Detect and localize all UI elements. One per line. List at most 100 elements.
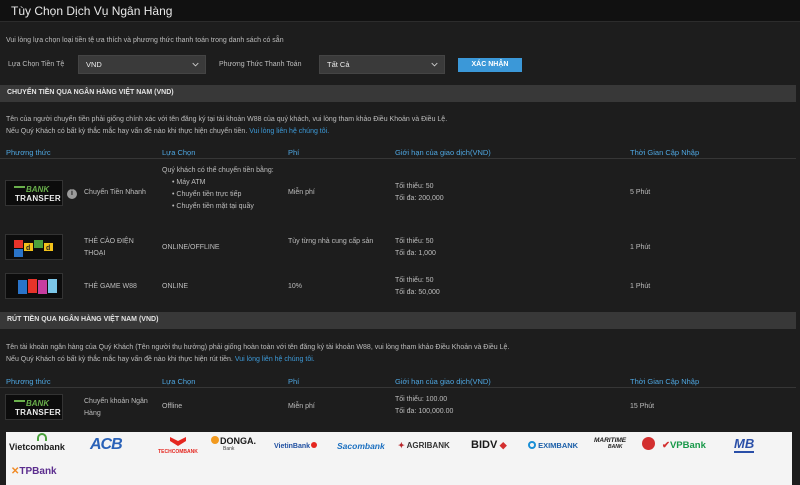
limit-min: Tối thiểu: 50 [395, 277, 434, 284]
techcombank-icon [170, 437, 186, 446]
vietinbank-icon [311, 442, 318, 448]
method-name: Chuyển Tiền Nhanh [84, 189, 146, 196]
acb-logo: ACB [90, 436, 123, 453]
withdraw-note-2: Nếu Quý Khách có bất kỳ thắc mắc hay vấn… [6, 356, 315, 363]
info-icon[interactable]: i [67, 189, 77, 199]
option-bullet: • Chuyển tiền trực tiếp [172, 191, 242, 198]
payment-method-label: Phương Thức Thanh Toán [219, 61, 302, 68]
withdraw-section-title: RÚT TIỀN QUA NGÂN HÀNG VIỆT NAM (VND) [7, 316, 159, 323]
bank-transfer-logo-text: BANK [26, 399, 50, 408]
eximbank-logo: EXIMBANK [528, 441, 578, 450]
limit-max: Tối đa: 100,000.00 [395, 408, 454, 415]
divider [0, 387, 796, 388]
mb-bank-logo: MB [734, 436, 755, 453]
deposit-section-title: CHUYỂN TIỀN QUA NGÂN HÀNG VIỆT NAM (VND) [7, 89, 174, 96]
fee: 10% [288, 283, 303, 290]
game-card-icon [18, 279, 57, 294]
column-header-fee: Phí [288, 148, 300, 157]
donga-bank-logo: DONGA. Bank [211, 436, 256, 452]
tpbank-logo: ✕TPBank [11, 466, 57, 477]
bank-transfer-logo-text: TRANSFER [15, 408, 61, 417]
sacombank-logo: Sacombank [337, 441, 385, 451]
contact-us-link[interactable]: Vui lòng liên hệ chúng tôi. [249, 128, 329, 135]
bidv-icon: ◆ [497, 440, 507, 450]
option: Offline [162, 403, 183, 410]
option: ONLINE/OFFLINE [162, 244, 220, 251]
confirm-button[interactable]: XÁC NHẬN [458, 58, 522, 72]
limit-max: Tối đa: 50,000 [395, 289, 440, 296]
currency-label: Lựa Chọn Tiền Tệ [8, 61, 65, 68]
maritime-icon [642, 437, 655, 450]
fee: Miễn phí [288, 403, 315, 410]
update-time: 1 Phút [630, 283, 651, 290]
payment-method-select[interactable]: Tất Cả [319, 55, 445, 74]
update-time: 1 Phút [630, 244, 651, 251]
update-time: 15 Phút [630, 403, 655, 410]
bank-transfer-logo: BANK TRANSFER [5, 394, 63, 420]
column-header-limit: Giới hạn của giao dịch(VND) [395, 377, 491, 386]
method-name: THẺ GAME W88 [84, 283, 137, 290]
bank-transfer-logo-text: BANK [26, 185, 50, 194]
vpbank-icon: ✔ [662, 440, 670, 451]
vietinbank-logo: VietinBank [274, 442, 318, 450]
title-bar: Tùy Chọn Dịch Vụ Ngân Hàng [0, 0, 800, 22]
limit-max: Tối đa: 200,000 [395, 195, 444, 202]
column-header-option: Lựa Chọn [162, 377, 196, 386]
arrow-icon [14, 400, 25, 406]
fee: Tùy từng nhà cung cấp sản [288, 238, 374, 245]
option-bullet: • Chuyển tiền mặt tại quầy [172, 203, 254, 210]
withdraw-note-1: Tên tài khoản ngân hàng của Quý Khách (T… [6, 344, 510, 351]
vietcombank-logo: Vietcombank [9, 433, 65, 452]
currency-select[interactable]: VND [78, 55, 206, 74]
sun-icon [211, 436, 219, 444]
column-header-option: Lựa Chọn [162, 148, 196, 157]
chevron-down-icon [431, 62, 438, 67]
agribank-icon: ✦ [398, 441, 405, 450]
column-header-method: Phương thức [6, 148, 51, 157]
svg-text:d: d [26, 245, 30, 252]
update-time: 5 Phút [630, 189, 651, 196]
divider [0, 158, 796, 159]
option-title: Quý khách có thể chuyển tiền bằng: [162, 167, 274, 174]
agribank-logo: ✦ AGRIBANK [398, 441, 450, 450]
bank-transfer-logo: BANK TRANSFER [5, 180, 63, 206]
column-header-fee: Phí [288, 377, 300, 386]
phone-card-icon: d d [14, 240, 53, 257]
limit-max: Tối đa: 1,000 [395, 250, 436, 257]
phone-card-logo: d d [5, 234, 63, 260]
limit-min: Tối thiểu: 100.00 [395, 396, 448, 403]
contact-us-link[interactable]: Vui lòng liên hệ chúng tôi. [235, 356, 315, 363]
withdraw-note-2-text: Nếu Quý Khách có bất kỳ thắc mắc hay vấn… [6, 356, 233, 363]
arrow-icon [14, 186, 25, 192]
intro-text: Vui lòng lựa chọn loại tiền tệ ưa thích … [6, 37, 284, 44]
method-name: THẺ CÀO ĐIỆN THOẠI [84, 238, 134, 257]
bidv-logo: BIDV ◆ [471, 439, 507, 451]
svg-text:d: d [46, 245, 50, 252]
deposit-section-header: CHUYỂN TIỀN QUA NGÂN HÀNG VIỆT NAM (VND) [0, 85, 796, 102]
withdraw-section-header: RÚT TIỀN QUA NGÂN HÀNG VIỆT NAM (VND) [0, 312, 796, 329]
deposit-note-2: Nếu Quý Khách có bất kỳ thắc mắc hay vấn… [6, 128, 329, 135]
column-header-update-time: Thời Gian Cập Nhập [630, 377, 700, 386]
column-header-limit: Giới hạn của giao dịch(VND) [395, 148, 491, 157]
payment-method-value: Tất Cả [327, 60, 350, 69]
currency-value: VND [86, 60, 102, 69]
page-title: Tùy Chọn Dịch Vụ Ngân Hàng [11, 4, 173, 18]
option: ONLINE [162, 283, 189, 290]
leaf-icon [37, 433, 47, 441]
eximbank-icon [528, 441, 536, 449]
maritime-bank-logo: MARITIME BANK [594, 437, 655, 450]
bank-transfer-logo-text: TRANSFER [15, 194, 61, 203]
limit-min: Tối thiểu: 50 [395, 238, 434, 245]
option-bullet: • Máy ATM [172, 179, 206, 186]
column-header-update-time: Thời Gian Cập Nhập [630, 148, 700, 157]
deposit-note-1: Tên của người chuyển tiền phải giống chí… [6, 116, 448, 123]
column-header-method: Phương thức [6, 377, 51, 386]
game-card-logo [5, 273, 63, 299]
limit-min: Tối thiểu: 50 [395, 183, 434, 190]
method-name: Chuyển khoản Ngân Hàng [84, 398, 148, 417]
option-list: Quý khách có thể chuyển tiền bằng: • Máy… [162, 165, 274, 213]
techcombank-logo: TECHCOMBANK [156, 436, 200, 455]
fee: Miễn phí [288, 189, 315, 196]
supported-banks-strip: Vietcombank ACB TECHCOMBANK DONGA. Bank … [6, 432, 792, 485]
deposit-note-2-text: Nếu Quý Khách có bất kỳ thắc mắc hay vấn… [6, 128, 248, 135]
